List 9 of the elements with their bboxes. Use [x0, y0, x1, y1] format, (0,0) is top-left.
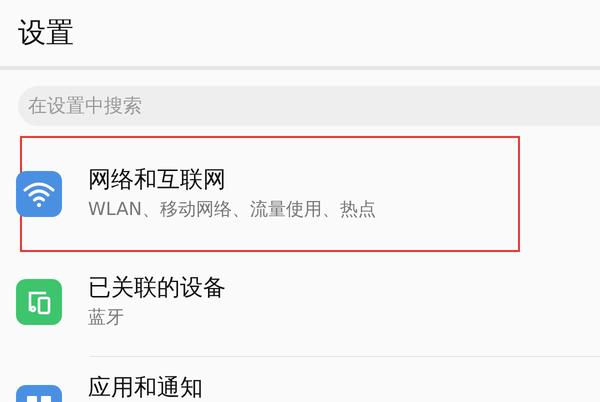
item-title: 网络和互联网	[88, 167, 227, 193]
page-title: 设置	[18, 15, 74, 51]
item-title: 应用和通知	[88, 375, 203, 401]
item-subtitle: WLAN、移动网络、流量使用、热点	[88, 199, 376, 221]
item-title: 已关联的设备	[88, 275, 226, 301]
search-field[interactable]: 在设置中搜索	[18, 86, 600, 126]
settings-item[interactable]: 应用和通知	[20, 357, 520, 402]
settings-item[interactable]: 已关联的设备 蓝牙	[20, 252, 520, 352]
item-subtitle: 蓝牙	[88, 307, 125, 329]
